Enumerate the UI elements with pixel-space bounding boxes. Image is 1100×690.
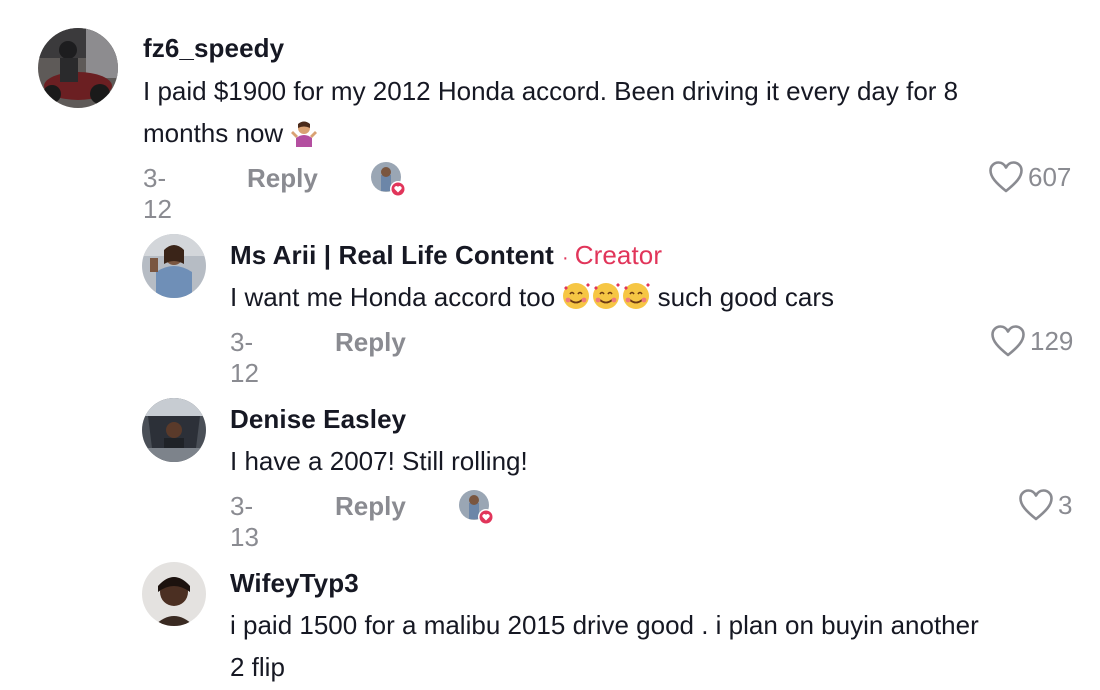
- avatar[interactable]: [142, 234, 206, 298]
- username[interactable]: Ms Arii | Real Life Content · Creator: [230, 240, 662, 271]
- person-shrugging-emoji: [290, 117, 318, 159]
- comment-text-before: I want me Honda accord too: [230, 282, 556, 312]
- username[interactable]: fz6_speedy: [143, 33, 284, 64]
- comment-text-line2: months now: [143, 118, 284, 148]
- comment-text-line2: 2 flip: [230, 652, 285, 682]
- comment-date: 3-12: [143, 163, 172, 224]
- heart-outline-icon: [991, 325, 1025, 357]
- comment-date: 3-12: [230, 327, 259, 388]
- reply-button[interactable]: Reply: [335, 491, 406, 522]
- comment-text: i paid 1500 for a malibu 2015 drive good…: [230, 604, 1095, 688]
- comment-text: I paid $1900 for my 2012 Honda accord. B…: [143, 70, 1083, 159]
- like-count: 607: [1028, 161, 1072, 192]
- avatar[interactable]: [38, 28, 118, 108]
- like-count: 129: [1030, 325, 1074, 356]
- creator-liked-badge: [458, 489, 494, 525]
- creator-separator: ·: [561, 247, 569, 269]
- like-count: 3: [1058, 489, 1073, 520]
- reply-button[interactable]: Reply: [335, 327, 406, 358]
- avatar[interactable]: [142, 562, 206, 626]
- reply-button[interactable]: Reply: [247, 163, 318, 194]
- like-button[interactable]: 3: [1018, 488, 1072, 522]
- avatar[interactable]: [142, 398, 206, 462]
- comment-date: 3-13: [230, 491, 259, 552]
- creator-badge: Creator: [574, 240, 663, 270]
- comment-text-after: such good cars: [657, 282, 834, 312]
- comment-text-line1: i paid 1500 for a malibu 2015 drive good…: [230, 610, 979, 640]
- smiling-face-with-hearts-emoji: [562, 281, 651, 323]
- comment-text: I have a 2007! Still rolling!: [230, 446, 528, 476]
- username[interactable]: Denise Easley: [230, 404, 406, 435]
- username-text: Ms Arii | Real Life Content: [230, 240, 554, 270]
- comment-text-line1: I paid $1900 for my 2012 Honda accord. B…: [143, 76, 959, 106]
- like-button[interactable]: 129: [990, 324, 1073, 358]
- like-button[interactable]: 607: [988, 160, 1071, 194]
- comment-text: I want me Honda accord too such good car…: [230, 276, 1090, 323]
- heart-outline-icon: [989, 161, 1023, 193]
- creator-liked-badge: [370, 161, 406, 197]
- username[interactable]: WifeyTyp3: [230, 568, 359, 599]
- heart-outline-icon: [1019, 489, 1053, 521]
